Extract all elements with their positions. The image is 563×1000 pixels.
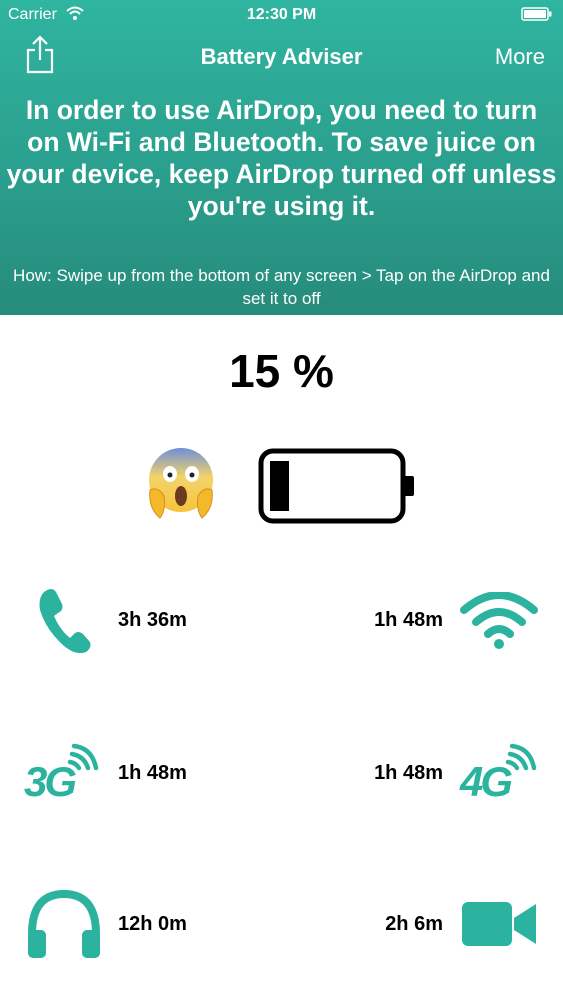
page-title: Battery Adviser bbox=[200, 44, 363, 69]
3g-icon: 3G bbox=[22, 740, 104, 806]
header: Carrier 12:30 PM Battery Adviser More In… bbox=[0, 0, 563, 315]
video-time-value: 2h 6m bbox=[385, 913, 443, 935]
wifi-icon bbox=[460, 592, 538, 649]
battery-fill bbox=[270, 461, 289, 511]
wifi-time-value: 1h 48m bbox=[374, 609, 443, 631]
phone-icon bbox=[39, 589, 91, 654]
more-button[interactable]: More bbox=[495, 44, 545, 70]
4g-icon-label: 4G bbox=[460, 758, 513, 805]
call-time-value: 3h 36m bbox=[118, 609, 187, 631]
3g-icon-label: 3G bbox=[24, 758, 77, 805]
tip-text: In order to use AirDrop, you need to tur… bbox=[6, 95, 557, 221]
screaming-face-icon bbox=[149, 448, 213, 519]
4g-time-value: 1h 48m bbox=[374, 762, 443, 784]
battery-status-icon bbox=[521, 7, 552, 21]
tip-how-text: How: Swipe up from the bottom of any scr… bbox=[13, 266, 550, 308]
audio-time-value: 12h 0m bbox=[118, 913, 187, 935]
status-time: 12:30 PM bbox=[246, 6, 317, 23]
battery-level-icon bbox=[258, 448, 414, 524]
3g-time-value: 1h 48m bbox=[118, 762, 187, 784]
video-camera-icon bbox=[462, 902, 536, 946]
nav-bar: Battery Adviser More bbox=[0, 30, 563, 86]
battery-percent: 15 % bbox=[229, 345, 334, 397]
headphones-icon bbox=[28, 889, 100, 958]
4g-icon: 4G bbox=[458, 740, 542, 806]
status-bar: Carrier 12:30 PM bbox=[0, 0, 563, 30]
